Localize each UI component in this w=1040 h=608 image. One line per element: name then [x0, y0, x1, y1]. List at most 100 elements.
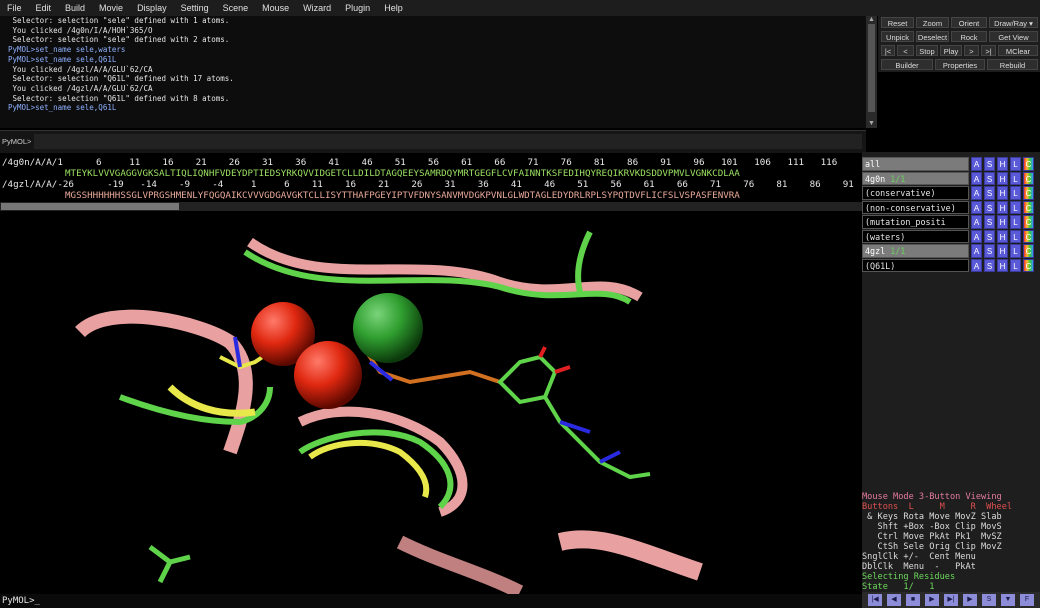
properties-button[interactable]: Properties: [935, 59, 985, 70]
back-button[interactable]: <: [897, 45, 914, 56]
end-icon[interactable]: ▶|: [944, 594, 958, 606]
action-button[interactable]: A: [971, 215, 982, 229]
color-button[interactable]: C: [1023, 186, 1034, 200]
rebuild-button[interactable]: Rebuild: [987, 59, 1038, 70]
hide-button[interactable]: H: [997, 200, 1008, 214]
object-name-non-conservative[interactable]: (non-conservative): [862, 200, 969, 214]
orient-button[interactable]: Orient: [951, 17, 987, 28]
hide-button[interactable]: H: [997, 215, 1008, 229]
get-view-button[interactable]: Get View: [989, 31, 1038, 42]
molecule-viewport[interactable]: [0, 212, 862, 595]
zoom-button[interactable]: Zoom: [916, 17, 949, 28]
fullscreen-icon[interactable]: F: [1020, 594, 1034, 606]
label-button[interactable]: L: [1010, 157, 1021, 171]
label-button[interactable]: L: [1010, 258, 1021, 272]
label-button[interactable]: L: [1010, 229, 1021, 243]
sequence-4g0n[interactable]: MTEYKLVVVGAGGVGKSALTIQLIQNHFVDEYDPTIEDSY…: [65, 168, 740, 179]
mouse-mode-panel[interactable]: Mouse Mode 3-Button Viewing Buttons L M …: [862, 492, 1040, 592]
sequence-scrollbar[interactable]: [0, 202, 862, 211]
hide-button[interactable]: H: [997, 186, 1008, 200]
ion-sphere[interactable]: [353, 293, 423, 363]
show-button[interactable]: S: [984, 157, 995, 171]
hide-button[interactable]: H: [997, 258, 1008, 272]
console-scroll-thumb[interactable]: [868, 24, 875, 112]
label-button[interactable]: L: [1010, 171, 1021, 185]
show-button[interactable]: S: [984, 186, 995, 200]
object-name-mutation-positions[interactable]: (mutation_positi: [862, 215, 969, 229]
action-button[interactable]: A: [971, 229, 982, 243]
step-forward-icon[interactable]: ▶: [963, 594, 977, 606]
step-back-icon[interactable]: ◀: [887, 594, 901, 606]
menu-scene[interactable]: Scene: [223, 3, 249, 13]
scene-icon[interactable]: S: [982, 594, 996, 606]
scroll-down-icon[interactable]: ▼: [866, 120, 877, 128]
command-line[interactable]: PyMOL>_: [0, 594, 862, 608]
menu-setting[interactable]: Setting: [181, 3, 209, 13]
end-button[interactable]: >|: [981, 45, 996, 56]
color-button[interactable]: C: [1023, 157, 1034, 171]
show-button[interactable]: S: [984, 215, 995, 229]
scroll-up-icon[interactable]: ▲: [866, 16, 877, 24]
color-button[interactable]: C: [1023, 229, 1034, 243]
menu-movie[interactable]: Movie: [99, 3, 123, 13]
stop-button[interactable]: Stop: [916, 45, 938, 56]
menu-display[interactable]: Display: [137, 3, 167, 13]
label-button[interactable]: L: [1010, 186, 1021, 200]
unpick-button[interactable]: Unpick: [881, 31, 914, 42]
deselect-button[interactable]: Deselect: [916, 31, 949, 42]
color-button[interactable]: C: [1023, 244, 1034, 258]
console-output[interactable]: Selector: selection "sele" defined with …: [0, 16, 866, 128]
menu-plugin[interactable]: Plugin: [345, 3, 370, 13]
object-name-4gzl[interactable]: 4gzl 1/1: [862, 244, 969, 258]
hide-button[interactable]: H: [997, 157, 1008, 171]
play-button[interactable]: Play: [940, 45, 962, 56]
play-icon[interactable]: ▶: [925, 594, 939, 606]
hide-button[interactable]: H: [997, 229, 1008, 243]
object-name-conservative[interactable]: (conservative): [862, 186, 969, 200]
action-button[interactable]: A: [971, 186, 982, 200]
forward-button[interactable]: >: [964, 45, 979, 56]
menu-mouse[interactable]: Mouse: [262, 3, 289, 13]
label-button[interactable]: L: [1010, 215, 1021, 229]
color-button[interactable]: C: [1023, 258, 1034, 272]
hide-button[interactable]: H: [997, 171, 1008, 185]
stop-icon[interactable]: ■: [906, 594, 920, 606]
action-button[interactable]: A: [971, 258, 982, 272]
menu-help[interactable]: Help: [384, 3, 403, 13]
reset-button[interactable]: Reset: [881, 17, 914, 28]
color-button[interactable]: C: [1023, 200, 1034, 214]
show-button[interactable]: S: [984, 200, 995, 214]
console-scrollbar[interactable]: ▲ ▼: [866, 16, 877, 128]
action-button[interactable]: A: [971, 157, 982, 171]
builder-button[interactable]: Builder: [881, 59, 933, 70]
rewind-icon[interactable]: |◀: [868, 594, 882, 606]
action-button[interactable]: A: [971, 200, 982, 214]
menu-wizard[interactable]: Wizard: [303, 3, 331, 13]
mclear-button[interactable]: MClear: [998, 45, 1038, 56]
sequence-4gzl[interactable]: MGSSHHHHHHSSGLVPRGSHMENLYFQGQAIKCVVVGDGA…: [65, 190, 740, 201]
object-name-4g0n[interactable]: 4g0n 1/1: [862, 171, 969, 185]
action-button[interactable]: A: [971, 244, 982, 258]
label-button[interactable]: L: [1010, 244, 1021, 258]
menu-file[interactable]: File: [7, 3, 22, 13]
object-name-q61l[interactable]: (Q61L): [862, 258, 969, 272]
object-name-waters[interactable]: (waters): [862, 229, 969, 243]
color-button[interactable]: C: [1023, 171, 1034, 185]
draw-ray-button[interactable]: Draw/Ray ▾: [989, 17, 1038, 28]
object-name-all[interactable]: all: [862, 157, 969, 171]
chevron-down-icon[interactable]: ▼: [1001, 594, 1015, 606]
water-sphere[interactable]: [294, 341, 362, 409]
menu-build[interactable]: Build: [65, 3, 85, 13]
sequence-scroll-thumb[interactable]: [1, 203, 179, 210]
command-input[interactable]: [34, 134, 862, 149]
color-button[interactable]: C: [1023, 215, 1034, 229]
label-button[interactable]: L: [1010, 200, 1021, 214]
action-button[interactable]: A: [971, 171, 982, 185]
show-button[interactable]: S: [984, 258, 995, 272]
show-button[interactable]: S: [984, 244, 995, 258]
rock-button[interactable]: Rock: [951, 31, 987, 42]
hide-button[interactable]: H: [997, 244, 1008, 258]
show-button[interactable]: S: [984, 171, 995, 185]
rewind-button[interactable]: |<: [881, 45, 895, 56]
menu-edit[interactable]: Edit: [36, 3, 52, 13]
